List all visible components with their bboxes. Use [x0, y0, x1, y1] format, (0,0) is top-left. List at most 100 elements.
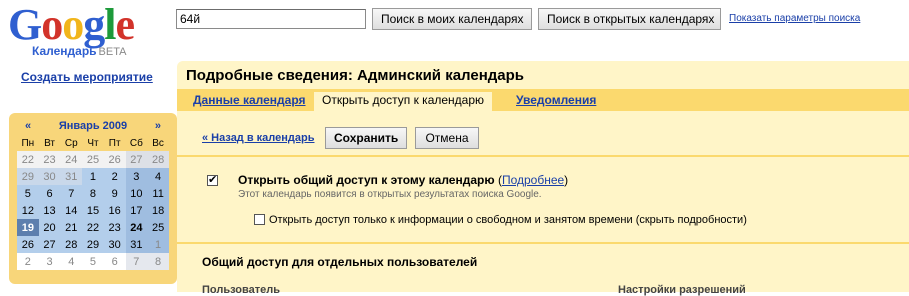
logo-letter: g	[83, 0, 105, 49]
day-cell[interactable]: 24	[125, 219, 148, 236]
weekday-label: Пн	[21, 138, 35, 149]
day-cell[interactable]: 27	[38, 236, 61, 253]
share-public-description: Этот календарь появится в открытых резул…	[238, 189, 542, 200]
weekday-label: Вт	[44, 138, 56, 149]
day-cell[interactable]: 21	[60, 219, 83, 236]
share-public-checkbox[interactable]: ✔	[207, 175, 218, 186]
search-input[interactable]	[176, 9, 366, 29]
day-cell[interactable]: 23	[38, 151, 61, 168]
logo-letter: o	[41, 0, 63, 49]
week-row: 29 30 31 1 2 3 4	[17, 168, 169, 185]
day-cell[interactable]: 5	[17, 185, 39, 202]
tab-calendar-details[interactable]: Данные календаря	[193, 92, 306, 111]
logo-letter: e	[115, 0, 135, 49]
busy-only-label: Открыть доступ только к информации о сво…	[269, 214, 747, 226]
beta-badge: BETA	[98, 46, 127, 58]
calendar-details-panel: Подробные сведения: Админский календарь …	[177, 61, 909, 296]
tab-share-calendar[interactable]: Открыть доступ к календарю	[314, 92, 493, 111]
day-cell[interactable]: 2	[17, 253, 39, 270]
day-cell[interactable]: 30	[103, 236, 126, 253]
day-cell[interactable]: 10	[125, 185, 148, 202]
logo-product-name: Календарь	[32, 44, 97, 58]
day-cell[interactable]: 31	[60, 168, 83, 185]
day-cell[interactable]: 6	[38, 185, 61, 202]
day-cell[interactable]: 2	[103, 168, 126, 185]
google-logo-word: Google	[8, 3, 148, 47]
day-cell[interactable]: 29	[17, 168, 39, 185]
prev-month-button[interactable]: «	[25, 120, 31, 132]
next-month-button[interactable]: »	[155, 120, 161, 132]
day-cell[interactable]: 30	[38, 168, 61, 185]
create-event-link[interactable]: Создать мероприятие	[21, 70, 153, 84]
day-cell[interactable]: 31	[125, 236, 148, 253]
day-cell[interactable]: 7	[60, 185, 83, 202]
day-cell[interactable]: 3	[38, 253, 61, 270]
today-cell[interactable]: 19	[17, 219, 39, 236]
search-public-calendars-button[interactable]: Поиск в открытых календарях	[538, 8, 721, 30]
day-cell[interactable]: 4	[147, 168, 169, 185]
day-cell[interactable]: 4	[60, 253, 83, 270]
day-cell[interactable]: 16	[103, 202, 126, 219]
weekday-label: Чт	[87, 138, 99, 149]
show-search-options-link[interactable]: Показать параметры поиска	[729, 13, 860, 24]
day-cell[interactable]: 18	[147, 202, 169, 219]
day-cell[interactable]: 15	[82, 202, 104, 219]
day-cell[interactable]: 20	[38, 219, 61, 236]
day-cell[interactable]: 13	[38, 202, 61, 219]
day-cell[interactable]: 23	[103, 219, 126, 236]
mini-calendar-header: « Январь 2009 »	[17, 118, 169, 134]
day-cell[interactable]: 7	[125, 253, 148, 270]
share-public-text: Открыть общий доступ к этому календарю	[238, 173, 495, 187]
day-cell[interactable]: 9	[103, 185, 126, 202]
weekday-label: Вс	[152, 138, 164, 149]
column-user-header: Пользователь	[202, 284, 281, 296]
week-row: 2 3 4 5 6 7 8	[17, 253, 169, 270]
day-cell[interactable]: 24	[60, 151, 83, 168]
day-cell[interactable]: 25	[82, 151, 104, 168]
cancel-button[interactable]: Отмена	[415, 127, 479, 149]
day-cell[interactable]: 12	[17, 202, 39, 219]
more-info: (Подробнее)	[498, 173, 568, 187]
week-row: 5 6 7 8 9 10 11	[17, 185, 169, 202]
action-toolbar: « Назад в календарь Сохранить Отмена	[177, 111, 909, 155]
day-cell[interactable]: 8	[147, 253, 169, 270]
week-row: 26 27 28 29 30 31 1	[17, 236, 169, 253]
divider	[177, 155, 909, 157]
day-cell[interactable]: 27	[125, 151, 148, 168]
day-cell[interactable]: 25	[147, 219, 169, 236]
search-my-calendars-button[interactable]: Поиск в моих календарях	[372, 8, 532, 30]
day-cell[interactable]: 6	[103, 253, 126, 270]
tab-bar: Данные календаря Открыть доступ к календ…	[177, 89, 909, 111]
logo-letter: G	[8, 0, 42, 49]
busy-only-checkbox[interactable]	[254, 214, 265, 225]
more-info-link[interactable]: Подробнее	[502, 173, 564, 187]
day-cell[interactable]: 28	[60, 236, 83, 253]
logo-letter: l	[104, 0, 116, 49]
tab-notifications[interactable]: Уведомления	[516, 92, 596, 111]
day-cell[interactable]: 8	[82, 185, 104, 202]
google-calendar-logo[interactable]: Google Календарь BETA	[8, 3, 148, 62]
day-cell[interactable]: 17	[125, 202, 148, 219]
day-cell[interactable]: 26	[103, 151, 126, 168]
week-row: 22 23 24 25 26 27 28	[17, 151, 169, 168]
individual-sharing-title: Общий доступ для отдельных пользователей	[202, 255, 478, 269]
day-cell[interactable]: 5	[82, 253, 104, 270]
logo-letter: o	[62, 0, 84, 49]
back-to-calendar-link[interactable]: « Назад в календарь	[202, 132, 314, 144]
day-cell[interactable]: 1	[147, 236, 169, 253]
weekday-label: Пт	[108, 138, 121, 149]
day-cell[interactable]: 14	[60, 202, 83, 219]
day-cell[interactable]: 11	[147, 185, 169, 202]
day-cell[interactable]: 29	[82, 236, 104, 253]
day-cell[interactable]: 3	[125, 168, 148, 185]
week-row: 12 13 14 15 16 17 18	[17, 202, 169, 219]
day-cell[interactable]: 28	[147, 151, 169, 168]
day-cell[interactable]: 1	[82, 168, 104, 185]
day-cell[interactable]: 26	[17, 236, 39, 253]
save-button[interactable]: Сохранить	[325, 127, 407, 149]
weekday-row: Пн Вт Ср Чт Пт Сб Вс	[17, 136, 169, 151]
day-cell[interactable]: 22	[82, 219, 104, 236]
weekday-label: Сб	[129, 138, 143, 149]
day-cell[interactable]: 22	[17, 151, 39, 168]
column-permissions-header: Настройки разрешений	[618, 284, 746, 296]
